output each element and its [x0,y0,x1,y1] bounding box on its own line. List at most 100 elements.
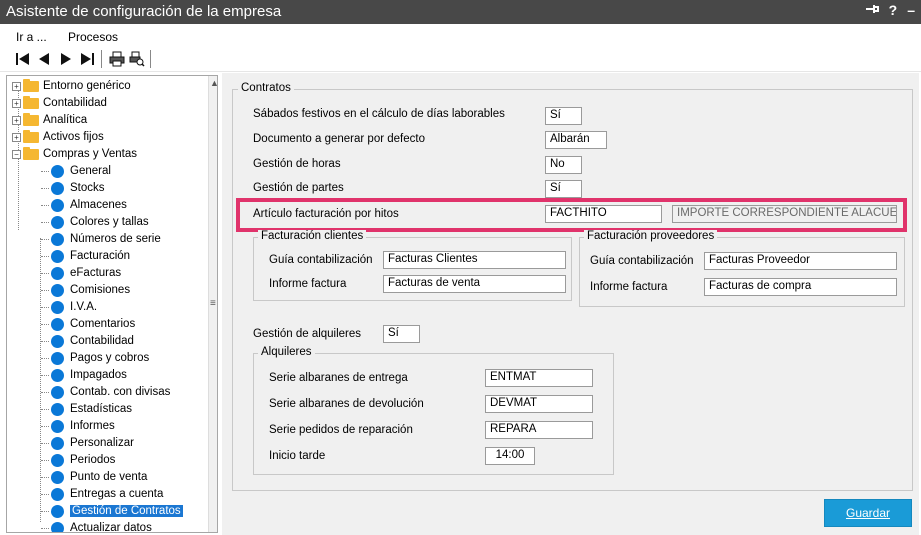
tree-item-label: Facturación [70,250,131,262]
tree-item-general[interactable]: General [41,163,111,179]
tree-item-comentarios[interactable]: Comentarios [41,316,135,332]
tree-item-compras-ventas[interactable]: − Compras y Ventas [12,146,137,162]
tree-item-numeros-serie[interactable]: Números de serie [41,231,161,247]
tree-item-label: Compras y Ventas [43,148,137,160]
expand-icon[interactable]: + [12,132,21,142]
menu-bar: Ir a ... Procesos [0,24,921,46]
menu-goto[interactable]: Ir a ... [16,30,47,44]
save-button[interactable]: Guardar [824,499,912,527]
rentals-label: Gestión de alquileres [253,328,362,340]
milestone-label: Artículo facturación por hitos [253,208,399,220]
clients-report-field[interactable]: Facturas de venta [383,275,566,293]
node-dot-icon [51,164,64,178]
node-dot-icon [51,317,64,331]
node-dot-icon [51,504,64,518]
title-bar: Asistente de configuración de la empresa… [0,0,921,24]
tree-item-label: Almacenes [70,199,127,211]
tree-item-label: Comisiones [70,284,131,296]
return-series-label: Serie albaranes de devolución [269,398,424,410]
contracts-legend: Contratos [238,82,294,94]
folder-open-icon [23,146,39,160]
tree-item-periodos[interactable]: Periodos [41,452,115,468]
next-record-icon[interactable] [58,50,74,68]
toolbar [0,46,921,72]
tree-item-contabilidad[interactable]: + Contabilidad [12,95,107,111]
document-field[interactable]: Albarán [545,131,607,149]
delivery-series-field[interactable]: ENTMAT [485,369,593,387]
tree-item-efacturas[interactable]: eFacturas [41,265,121,281]
tree-item-entorno[interactable]: + Entorno genérico [12,78,131,94]
tree-item-label: Gestión de Contratos [70,505,183,517]
tree-item-contabilidad-cv[interactable]: Contabilidad [41,333,134,349]
tree-item-personalizar[interactable]: Personalizar [41,435,134,451]
late-start-field[interactable]: 14:00 [485,447,535,465]
tree-item-impagados[interactable]: Impagados [41,367,127,383]
tree-item-analitica[interactable]: + Analítica [12,112,87,128]
saturdays-label: Sábados festivos en el cálculo de días l… [253,108,505,120]
collapse-icon[interactable]: − [12,149,21,159]
suppliers-billing-group [579,237,905,307]
tree-item-label: Informes [70,420,115,432]
tree-item-label: Contabilidad [43,97,107,109]
tree-item-gestion-contratos[interactable]: Gestión de Contratos [41,503,183,519]
tree-item-almacenes[interactable]: Almacenes [41,197,127,213]
repair-series-field[interactable]: REPARA [485,421,593,439]
scroll-grip-icon[interactable]: ≡ [210,298,216,309]
tree-item-colores[interactable]: Colores y tallas [41,214,149,230]
print-icon[interactable] [108,50,126,68]
saturdays-field[interactable]: Sí [545,107,582,125]
parts-field[interactable]: Sí [545,180,582,198]
tree-item-label: Números de serie [70,233,161,245]
tree-item-iva[interactable]: I.V.A. [41,299,97,315]
tree-item-label: Impagados [70,369,127,381]
tree-item-label: Personalizar [70,437,134,449]
node-dot-icon [51,300,64,314]
tree-item-informes[interactable]: Informes [41,418,115,434]
last-record-icon[interactable] [78,50,96,68]
toolbar-separator [101,50,102,68]
expand-icon[interactable]: + [12,98,21,108]
tree-scrollbar[interactable]: ▲ ≡ [208,76,217,532]
milestone-field[interactable]: FACTHITO [545,205,662,223]
delivery-series-label: Serie albaranes de entrega [269,372,408,384]
minimize-button[interactable]: – [907,2,915,19]
tree-item-estadisticas[interactable]: Estadísticas [41,401,132,417]
parts-label: Gestión de partes [253,182,344,194]
menu-processes[interactable]: Procesos [68,30,118,44]
rentals-field[interactable]: Sí [383,325,420,343]
first-record-icon[interactable] [14,50,32,68]
tree-item-facturacion[interactable]: Facturación [41,248,130,264]
expand-icon[interactable]: + [12,81,21,91]
return-series-field[interactable]: DEVMAT [485,395,593,413]
help-button[interactable]: ? [889,2,898,19]
node-dot-icon [51,453,64,467]
tree-item-pagos-cobros[interactable]: Pagos y cobros [41,350,149,366]
print-preview-icon[interactable] [128,50,146,68]
tree-item-punto-venta[interactable]: Punto de venta [41,469,147,485]
node-dot-icon [51,334,64,348]
scroll-up-icon[interactable]: ▲ [210,78,217,88]
expand-icon[interactable]: + [12,115,21,125]
tree-item-activos[interactable]: + Activos fijos [12,129,104,145]
hours-field[interactable]: No [545,156,582,174]
tree-item-entregas-cuenta[interactable]: Entregas a cuenta [41,486,163,502]
node-dot-icon [51,283,64,297]
suppliers-report-field[interactable]: Facturas de compra [704,278,897,296]
pin-icon[interactable] [865,2,879,19]
previous-record-icon[interactable] [36,50,52,68]
node-dot-icon [51,419,64,433]
tree-item-comisiones[interactable]: Comisiones [41,282,130,298]
tree-item-contab-divisas[interactable]: Contab. con divisas [41,384,170,400]
tree-item-actualizar-datos[interactable]: Actualizar datos [41,520,152,532]
clients-guide-field[interactable]: Facturas Clientes [383,251,566,269]
late-start-label: Inicio tarde [269,450,326,462]
suppliers-guide-field[interactable]: Facturas Proveedor [704,252,897,270]
node-dot-icon [51,521,64,532]
navigation-tree: + Entorno genérico + Contabilidad + Anal… [6,75,218,533]
tree-item-label: Estadísticas [70,403,132,415]
bottom-bar [222,498,919,535]
folder-icon [23,78,39,92]
milestone-description: IMPORTE CORRESPONDIENTE ALACUERDO [672,205,897,223]
tree-item-stocks[interactable]: Stocks [41,180,105,196]
tree-item-label: Contabilidad [70,335,134,347]
